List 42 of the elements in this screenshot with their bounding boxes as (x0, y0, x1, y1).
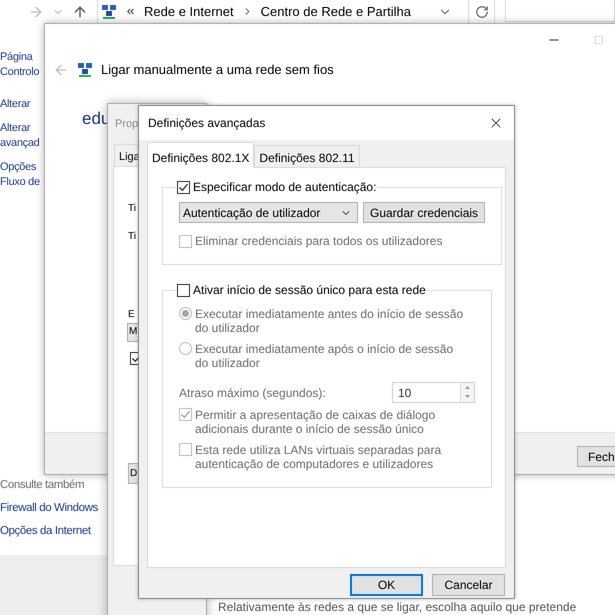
radio-label: Executar imediatamente antes do início de sessão do utilizador (195, 307, 464, 335)
dialog-button[interactable]: OK (350, 574, 423, 596)
sidebar-link[interactable]: Alterar avançad (0, 121, 40, 151)
field-label: E (128, 308, 135, 322)
chevrons-icon (125, 6, 136, 17)
checkbox-label: Esta rede utiliza LANs virtuais separadas para autenticação de computadores e utilizadores (195, 443, 442, 471)
delay-label: Atraso máximo (segundos): (179, 386, 326, 400)
tab[interactable]: Definições 802.1X (147, 142, 254, 168)
sidebar-link[interactable]: Alterar (0, 97, 30, 112)
see-also-heading: Consulte também (0, 478, 84, 493)
close-button[interactable]: Fech (577, 446, 615, 467)
see-also-link[interactable]: Firewall do Windows (0, 501, 98, 516)
radio-label: Executar imediatamente após o início de sessão do utilizador (195, 342, 454, 370)
dropdown[interactable]: Autenticação de utilizador (179, 202, 358, 223)
save-credentials-button[interactable]: Guardar credenciais (363, 202, 486, 223)
search-field[interactable] (505, 0, 615, 22)
forward-icon[interactable] (28, 4, 44, 20)
dialog-title: Definições avançadas (148, 115, 266, 132)
tab[interactable]: Definições 802.11 (254, 145, 360, 167)
up-icon[interactable] (72, 4, 88, 20)
back-icon[interactable] (53, 62, 69, 78)
sidebar-link[interactable]: Página Controlo (0, 50, 40, 80)
sidebar-link[interactable]: Opções Fluxo de (0, 160, 40, 190)
breadcrumb[interactable]: Rede e Internet (144, 2, 234, 22)
description-text: Relativamente às redes a que se ligar, escolha aquilo que pretende (218, 601, 576, 614)
maximize-icon[interactable] (594, 35, 604, 45)
field-label: Ti (128, 202, 136, 216)
dialog-title: Prop (115, 117, 138, 132)
breadcrumb[interactable]: Centro de Rede e Partilha (260, 2, 411, 22)
refresh-icon[interactable] (474, 4, 488, 18)
field-label: Ti (128, 230, 136, 244)
checkbox[interactable] (177, 180, 190, 194)
wireless-network-icon (77, 62, 93, 78)
checkbox[interactable] (177, 284, 190, 296)
checkbox-label: Eliminar credenciais para todos os utilizadores (195, 233, 442, 250)
dialog-button[interactable]: Cancelar (432, 574, 505, 596)
checkbox-label: Permitir a apresentação de caixas de diálogo adicionais durante o início de sessão único (195, 408, 436, 436)
network-icon (101, 4, 117, 20)
checkbox-label: Ativar início de sessão único para esta rede (193, 282, 426, 299)
see-also-link[interactable]: Opções da Internet (0, 524, 91, 539)
checkbox-label: Especificar modo de autenticação: (193, 179, 376, 196)
wizard-title: Ligar manualmente a uma rede sem fios (101, 61, 334, 79)
